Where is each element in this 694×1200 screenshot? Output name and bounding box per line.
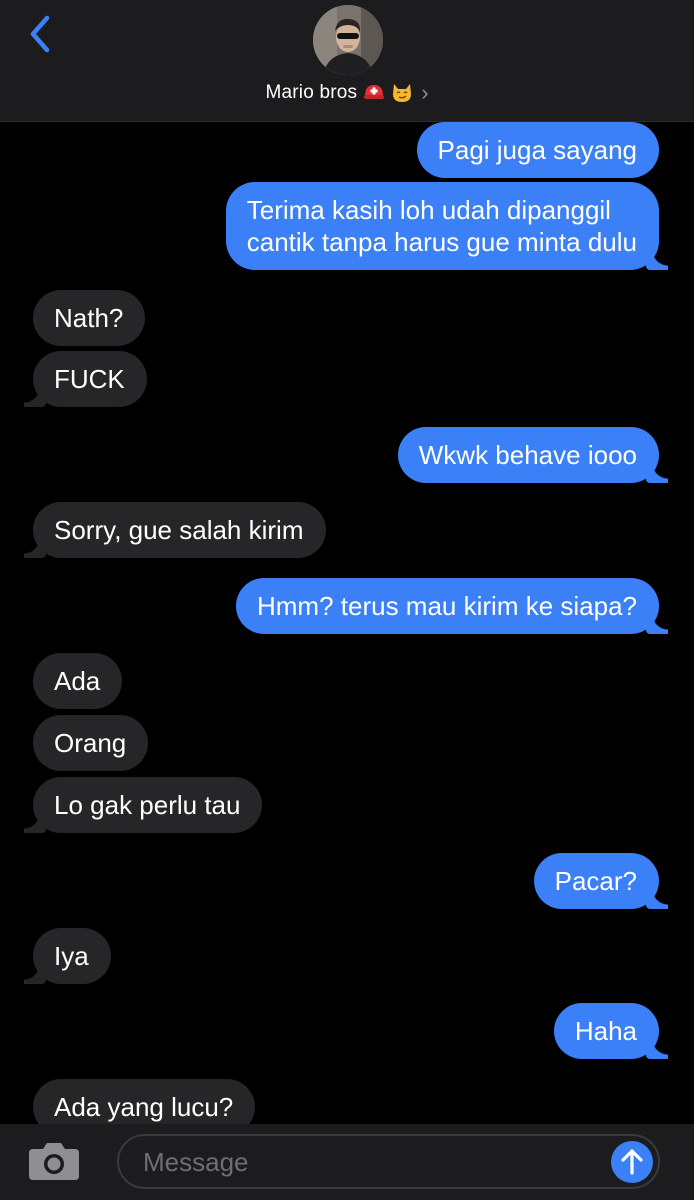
outgoing-message[interactable]: Wkwk behave iooo — [397, 427, 669, 483]
avatar-photo — [313, 5, 383, 75]
send-button[interactable] — [611, 1141, 653, 1183]
compose-bar — [0, 1124, 694, 1200]
back-button[interactable] — [20, 12, 60, 56]
message-input[interactable] — [141, 1140, 605, 1185]
incoming-message[interactable]: Lo gak perlu tau — [23, 777, 263, 833]
chevron-right-icon: › — [421, 80, 429, 105]
chevron-left-icon — [30, 15, 50, 53]
outgoing-message[interactable]: Hmm? terus mau kirim ke siapa? — [236, 578, 668, 634]
camera-icon — [29, 1143, 79, 1180]
incoming-message[interactable]: Nath? — [33, 290, 146, 346]
message-field[interactable] — [117, 1134, 660, 1189]
incoming-message[interactable]: Ada — [33, 653, 123, 709]
incoming-message[interactable]: FUCK — [24, 351, 147, 407]
rescue-helmet-emoji — [363, 82, 385, 104]
incoming-message[interactable]: Iya — [24, 928, 111, 984]
outgoing-message[interactable]: Pacar? — [533, 853, 669, 909]
outgoing-message[interactable]: Pagi juga sayang — [416, 122, 659, 178]
outgoing-message[interactable]: Terima kasih loh udah dipanggil cantik t… — [225, 182, 669, 270]
incoming-message[interactable]: Sorry, gue salah kirim — [24, 502, 326, 558]
contact-details-button[interactable]: Mario bros › — [0, 78, 694, 108]
camera-button[interactable] — [27, 1140, 81, 1182]
arrow-up-icon — [621, 1149, 643, 1175]
incoming-message[interactable]: Orang — [33, 715, 149, 771]
outgoing-message[interactable]: Haha — [553, 1003, 669, 1059]
conversation-header: Mario bros › — [0, 0, 694, 122]
contact-avatar[interactable] — [313, 5, 383, 75]
smirking-cat-emoji — [391, 82, 413, 104]
contact-name: Mario bros — [265, 82, 358, 103]
